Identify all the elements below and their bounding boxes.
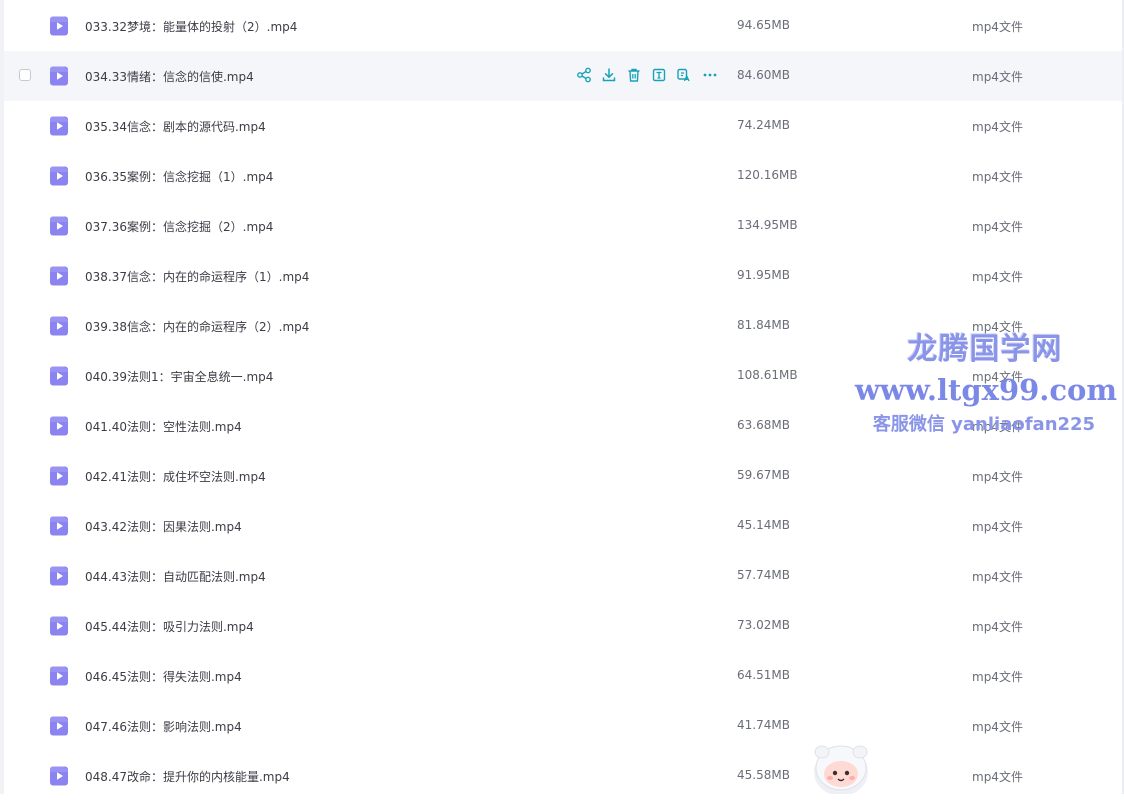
file-row[interactable]: 038.37信念：内在的命运程序（1）.mp4 91.95MB mp4文件 — [4, 251, 1122, 301]
file-size: 73.02MB — [737, 618, 790, 632]
file-size: 108.61MB — [737, 368, 798, 382]
rename-icon[interactable] — [651, 67, 667, 83]
file-row[interactable]: 041.40法则：空性法则.mp4 63.68MB mp4文件 — [4, 401, 1122, 451]
row-checkbox[interactable] — [19, 69, 31, 81]
file-name[interactable]: 036.35案例：信念挖掘（1）.mp4 — [85, 168, 273, 185]
file-name[interactable]: 034.33情绪：信念的信使.mp4 — [85, 68, 254, 85]
video-file-icon — [50, 316, 68, 336]
file-type: mp4文件 — [972, 120, 1023, 134]
file-type: mp4文件 — [972, 570, 1023, 584]
file-name[interactable]: 042.41法则：成住坏空法则.mp4 — [85, 468, 266, 485]
file-row[interactable]: 046.45法则：得失法则.mp4 64.51MB mp4文件 — [4, 651, 1122, 701]
file-row[interactable]: 033.32梦境：能量体的投射（2）.mp4 94.65MB mp4文件 — [4, 1, 1122, 51]
video-file-icon — [50, 716, 68, 736]
file-size: 74.24MB — [737, 118, 790, 132]
file-type: mp4文件 — [972, 770, 1023, 784]
file-name[interactable]: 035.34信念：剧本的源代码.mp4 — [85, 118, 266, 135]
video-file-icon — [50, 666, 68, 686]
file-row[interactable]: 037.36案例：信念挖掘（2）.mp4 134.95MB mp4文件 — [4, 201, 1122, 251]
file-row[interactable]: 040.39法则1：宇宙全息统一.mp4 108.61MB mp4文件 — [4, 351, 1122, 401]
file-row[interactable]: 039.38信念：内在的命运程序（2）.mp4 81.84MB mp4文件 — [4, 301, 1122, 351]
file-row[interactable]: 047.46法则：影响法则.mp4 41.74MB mp4文件 — [4, 701, 1122, 751]
file-type: mp4文件 — [972, 170, 1023, 184]
file-type: mp4文件 — [972, 370, 1023, 384]
file-type: mp4文件 — [972, 420, 1023, 434]
video-file-icon — [50, 466, 68, 486]
delete-icon[interactable] — [626, 67, 642, 83]
video-file-icon — [50, 266, 68, 286]
file-row[interactable]: 043.42法则：因果法则.mp4 45.14MB mp4文件 — [4, 501, 1122, 551]
file-size: 59.67MB — [737, 468, 790, 482]
file-type: mp4文件 — [972, 620, 1023, 634]
file-type: mp4文件 — [972, 520, 1023, 534]
video-file-icon — [50, 566, 68, 586]
file-type: mp4文件 — [972, 70, 1023, 84]
file-size: 64.51MB — [737, 668, 790, 682]
file-type: mp4文件 — [972, 720, 1023, 734]
file-name[interactable]: 038.37信念：内在的命运程序（1）.mp4 — [85, 268, 309, 285]
file-size: 120.16MB — [737, 168, 798, 182]
file-name[interactable]: 039.38信念：内在的命运程序（2）.mp4 — [85, 318, 309, 335]
download-icon[interactable] — [601, 67, 617, 83]
file-type: mp4文件 — [972, 670, 1023, 684]
file-type: mp4文件 — [972, 270, 1023, 284]
file-name[interactable]: 048.47改命：提升你的内核能量.mp4 — [85, 768, 290, 785]
file-row[interactable]: 035.34信念：剧本的源代码.mp4 74.24MB mp4文件 — [4, 101, 1122, 151]
file-size: 84.60MB — [737, 68, 790, 82]
file-name[interactable]: 040.39法则1：宇宙全息统一.mp4 — [85, 368, 273, 385]
file-type: mp4文件 — [972, 220, 1023, 234]
file-name[interactable]: 045.44法则：吸引力法则.mp4 — [85, 618, 254, 635]
file-size: 94.65MB — [737, 18, 790, 32]
file-size: 91.95MB — [737, 268, 790, 282]
file-name[interactable]: 047.46法则：影响法则.mp4 — [85, 718, 242, 735]
more-icon[interactable] — [702, 67, 718, 83]
file-size: 57.74MB — [737, 568, 790, 582]
file-name[interactable]: 041.40法则：空性法则.mp4 — [85, 418, 242, 435]
video-file-icon — [50, 766, 68, 786]
video-file-icon — [50, 516, 68, 536]
file-name[interactable]: 044.43法则：自动匹配法则.mp4 — [85, 568, 266, 585]
share-icon[interactable] — [576, 67, 592, 83]
file-name[interactable]: 033.32梦境：能量体的投射（2）.mp4 — [85, 18, 297, 35]
file-size: 45.58MB — [737, 768, 790, 782]
file-row[interactable]: 036.35案例：信念挖掘（1）.mp4 120.16MB mp4文件 — [4, 151, 1122, 201]
file-row[interactable]: 044.43法则：自动匹配法则.mp4 57.74MB mp4文件 — [4, 551, 1122, 601]
video-file-icon — [50, 366, 68, 386]
file-size: 45.14MB — [737, 518, 790, 532]
file-size: 81.84MB — [737, 318, 790, 332]
file-type: mp4文件 — [972, 470, 1023, 484]
video-file-icon — [50, 416, 68, 436]
file-size: 134.95MB — [737, 218, 798, 232]
file-type: mp4文件 — [972, 20, 1023, 34]
file-size: 41.74MB — [737, 718, 790, 732]
video-file-icon — [50, 166, 68, 186]
copy-icon[interactable] — [676, 67, 692, 83]
video-file-icon — [50, 116, 68, 136]
file-size: 63.68MB — [737, 418, 790, 432]
video-file-icon — [50, 216, 68, 236]
file-row[interactable]: 034.33情绪：信念的信使.mp4 84.60MB mp4文件 — [4, 51, 1122, 101]
file-list: 033.32梦境：能量体的投射（2）.mp4 94.65MB mp4文件 034.33… — [4, 0, 1122, 794]
file-row[interactable]: 042.41法则：成住坏空法则.mp4 59.67MB mp4文件 — [4, 451, 1122, 501]
file-row[interactable]: 045.44法则：吸引力法则.mp4 73.02MB mp4文件 — [4, 601, 1122, 651]
file-name[interactable]: 046.45法则：得失法则.mp4 — [85, 668, 242, 685]
file-name[interactable]: 037.36案例：信念挖掘（2）.mp4 — [85, 218, 273, 235]
video-file-icon — [50, 616, 68, 636]
file-name[interactable]: 043.42法则：因果法则.mp4 — [85, 518, 242, 535]
assistant-mascot-icon[interactable] — [808, 738, 874, 794]
file-type: mp4文件 — [972, 320, 1023, 334]
video-file-icon — [50, 66, 68, 86]
video-file-icon — [50, 16, 68, 36]
